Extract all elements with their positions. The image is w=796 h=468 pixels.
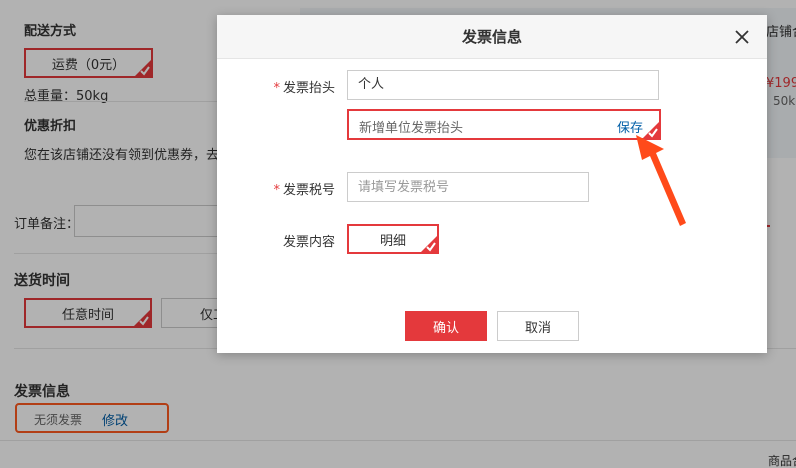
dialog-title: 发票信息: [461, 28, 522, 46]
invoice-title-label-text: 发票抬头: [282, 81, 335, 96]
checkmark-icon: [420, 235, 438, 253]
new-company-title-placeholder: 新增单位发票抬头: [359, 121, 464, 136]
invoice-title-label: * 发票抬头: [217, 77, 335, 96]
invoice-title-personal-value: 个人: [358, 77, 385, 92]
tax-id-label-text: 发票税号: [282, 183, 335, 198]
annotation-arrow-icon: [636, 135, 686, 226]
cancel-button[interactable]: 取消: [497, 311, 579, 341]
required-mark: *: [273, 183, 280, 198]
confirm-button[interactable]: 确认: [405, 311, 487, 341]
close-icon[interactable]: [734, 29, 750, 45]
tax-id-label: * 发票税号: [217, 179, 335, 198]
tax-id-input[interactable]: [347, 172, 589, 202]
invoice-title-personal[interactable]: 个人: [347, 70, 659, 100]
new-company-title-field[interactable]: 新增单位发票抬头 保存: [347, 109, 661, 140]
required-mark: *: [273, 81, 280, 96]
content-option-detail[interactable]: 明细: [347, 224, 439, 254]
dialog-header: 发票信息: [217, 15, 767, 59]
content-label: 发票内容: [282, 235, 335, 250]
content-option-detail-label: 明细: [379, 233, 406, 249]
